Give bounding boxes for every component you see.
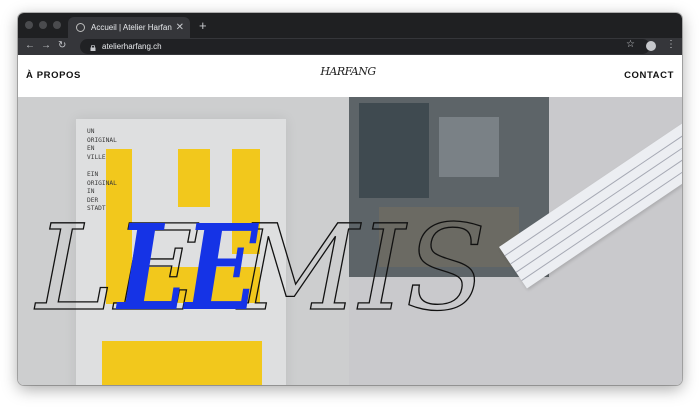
reload-icon[interactable]: ↻ <box>58 40 66 52</box>
back-icon[interactable]: ← <box>25 40 35 52</box>
site-logo[interactable]: HARFANG <box>308 65 388 78</box>
poster-yellow-block <box>102 341 262 385</box>
nav-link-contact[interactable]: CONTACT <box>624 70 674 81</box>
nav-link-about[interactable]: À PROPOS <box>26 70 81 81</box>
tab-close-icon[interactable]: ✕ <box>176 22 184 33</box>
tab-strip: Accueil | Atelier Harfang | rens ✕ + <box>18 13 682 38</box>
new-tab-button[interactable]: + <box>199 19 207 32</box>
poster-yellow-block <box>178 149 210 207</box>
tab-title: Accueil | Atelier Harfang | rens <box>91 23 172 32</box>
lock-icon <box>90 44 96 51</box>
hero: UN ORIGINAL EN VILLE EIN ORIGINAL IN DER… <box>18 97 682 385</box>
window-controls <box>25 21 61 29</box>
favicon-icon <box>76 23 85 32</box>
profile-icon[interactable] <box>646 41 656 51</box>
hero-right-image <box>349 97 682 385</box>
poster-text: UN ORIGINAL EN VILLE EIN ORIGINAL IN DER… <box>87 128 117 213</box>
minimize-window-button[interactable] <box>39 21 47 29</box>
menu-icon[interactable]: ⋮ <box>666 39 676 50</box>
star-icon[interactable]: ☆ <box>626 39 635 50</box>
address-bar[interactable]: atelierharfang.ch <box>80 39 650 54</box>
forward-icon[interactable]: → <box>41 40 51 52</box>
hero-left-image: UN ORIGINAL EN VILLE EIN ORIGINAL IN DER… <box>18 97 349 385</box>
url-text: atelierharfang.ch <box>102 42 162 51</box>
browser-tab[interactable]: Accueil | Atelier Harfang | rens ✕ <box>68 17 190 38</box>
photo-detail <box>439 117 499 177</box>
poster-yellow-block <box>232 149 260 254</box>
photo-detail <box>379 207 519 267</box>
poster-yellow-block <box>106 267 260 303</box>
photo-detail <box>359 103 429 198</box>
site-header: À PROPOS HARFANG CONTACT <box>18 55 682 97</box>
close-window-button[interactable] <box>25 21 33 29</box>
maximize-window-button[interactable] <box>53 21 61 29</box>
browser-window: Accueil | Atelier Harfang | rens ✕ + ← →… <box>18 13 682 385</box>
browser-toolbar: ← → ↻ atelierharfang.ch ☆ ⋮ <box>18 38 682 55</box>
